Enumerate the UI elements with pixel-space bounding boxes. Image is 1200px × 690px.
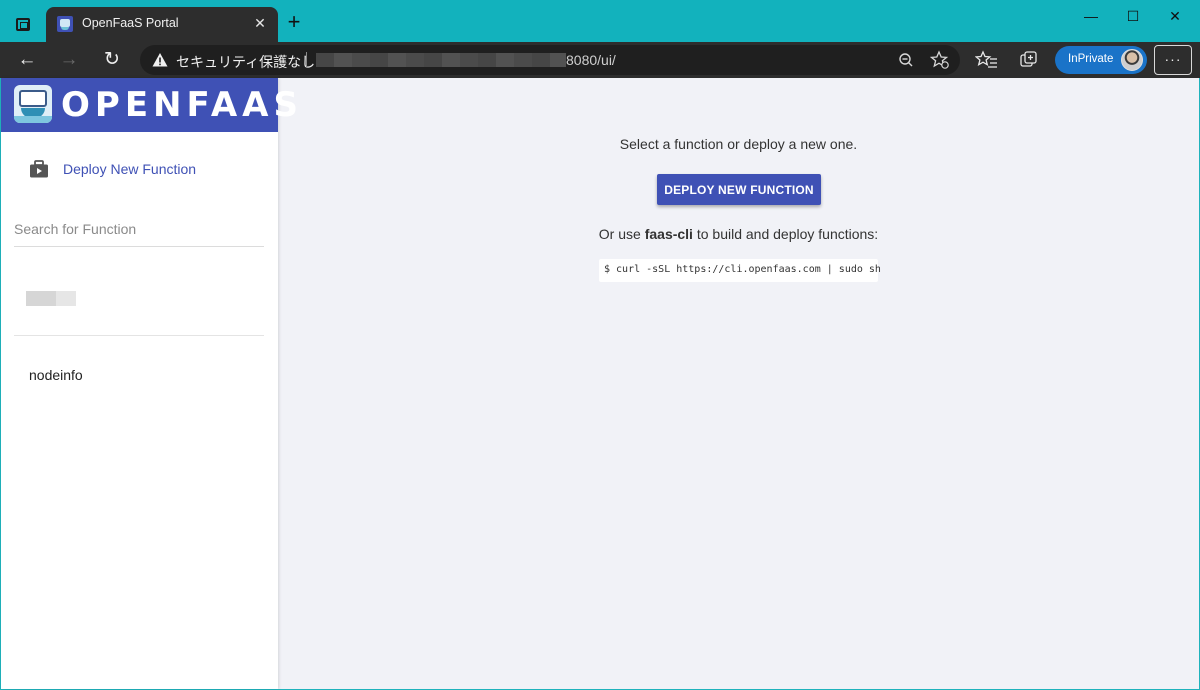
tab-title: OpenFaaS Portal (82, 16, 179, 30)
maximize-button[interactable]: ☐ (1119, 5, 1147, 27)
search-field (14, 212, 264, 247)
address-bar[interactable]: セキュリティ保護なし 8080/ui/ (140, 45, 960, 75)
tab-actions-icon[interactable] (12, 13, 34, 35)
brand-header[interactable]: OPENFAAS (1, 78, 298, 132)
address-separator (306, 52, 307, 68)
function-list-item-nodeinfo[interactable]: nodeinfo (1, 354, 278, 396)
sidebar: OPENFAAS Deploy New Function nodeinfo (1, 78, 298, 689)
cli-prefix: Or use (598, 226, 645, 242)
deploy-new-function-button[interactable]: DEPLOY NEW FUNCTION (657, 174, 821, 205)
deploy-new-function-label: Deploy New Function (63, 161, 197, 177)
url-text[interactable]: 8080/ui/ (566, 52, 616, 68)
profile-avatar-icon (1121, 49, 1143, 71)
main-content: Select a function or deploy a new one. D… (278, 78, 1199, 689)
favorites-icon[interactable] (975, 49, 999, 71)
list-divider (14, 335, 264, 336)
page-viewport: OPENFAAS Deploy New Function nodeinfo Se… (1, 78, 1199, 689)
browser-tab[interactable]: OpenFaaS Portal ✕ (46, 7, 278, 42)
warning-icon[interactable] (152, 52, 168, 68)
function-name: nodeinfo (29, 367, 83, 383)
cli-suffix: to build and deploy functions: (692, 226, 879, 242)
settings-more-button[interactable]: ··· (1154, 45, 1192, 75)
minimize-button[interactable]: — (1077, 5, 1105, 27)
collections-icon[interactable] (1017, 49, 1041, 71)
install-command-box[interactable]: $ curl -sSL https://cli.openfaas.com | s… (599, 259, 881, 282)
briefcase-icon (30, 160, 48, 178)
install-command: $ curl -sSL https://cli.openfaas.com | s… (604, 264, 881, 275)
back-button[interactable]: ← (13, 47, 41, 73)
redacted-host (316, 53, 566, 67)
function-list-item[interactable] (1, 260, 278, 336)
deploy-new-function-link[interactable]: Deploy New Function (1, 150, 278, 190)
favorite-add-icon[interactable] (929, 50, 951, 70)
brand-name: OPENFAAS (61, 85, 303, 125)
inprivate-label: InPrivate (1068, 53, 1114, 65)
forward-button[interactable]: → (55, 47, 83, 73)
redacted-function-name (26, 291, 76, 306)
search-input[interactable] (14, 218, 264, 240)
openfaas-logo-icon (14, 85, 52, 123)
cli-instructions: Or use faas-cli to build and deploy func… (278, 226, 1199, 242)
inprivate-profile-button[interactable]: InPrivate (1055, 46, 1147, 74)
openfaas-favicon-icon (57, 16, 73, 32)
close-window-button[interactable]: ✕ (1161, 5, 1189, 27)
zoom-out-icon[interactable] (895, 50, 917, 70)
new-tab-button[interactable]: + (283, 10, 305, 34)
security-status-label[interactable]: セキュリティ保護なし (176, 52, 315, 72)
tab-close-icon[interactable]: ✕ (250, 13, 270, 33)
browser-title-bar: OpenFaaS Portal ✕ + — ☐ ✕ (0, 0, 1200, 42)
refresh-button[interactable]: ↻ (98, 47, 126, 73)
browser-toolbar: ← → ↻ セキュリティ保護なし 8080/ui/ InPrivate ··· (0, 42, 1200, 78)
empty-state-message: Select a function or deploy a new one. (619, 136, 858, 152)
cli-name: faas-cli (644, 226, 693, 242)
